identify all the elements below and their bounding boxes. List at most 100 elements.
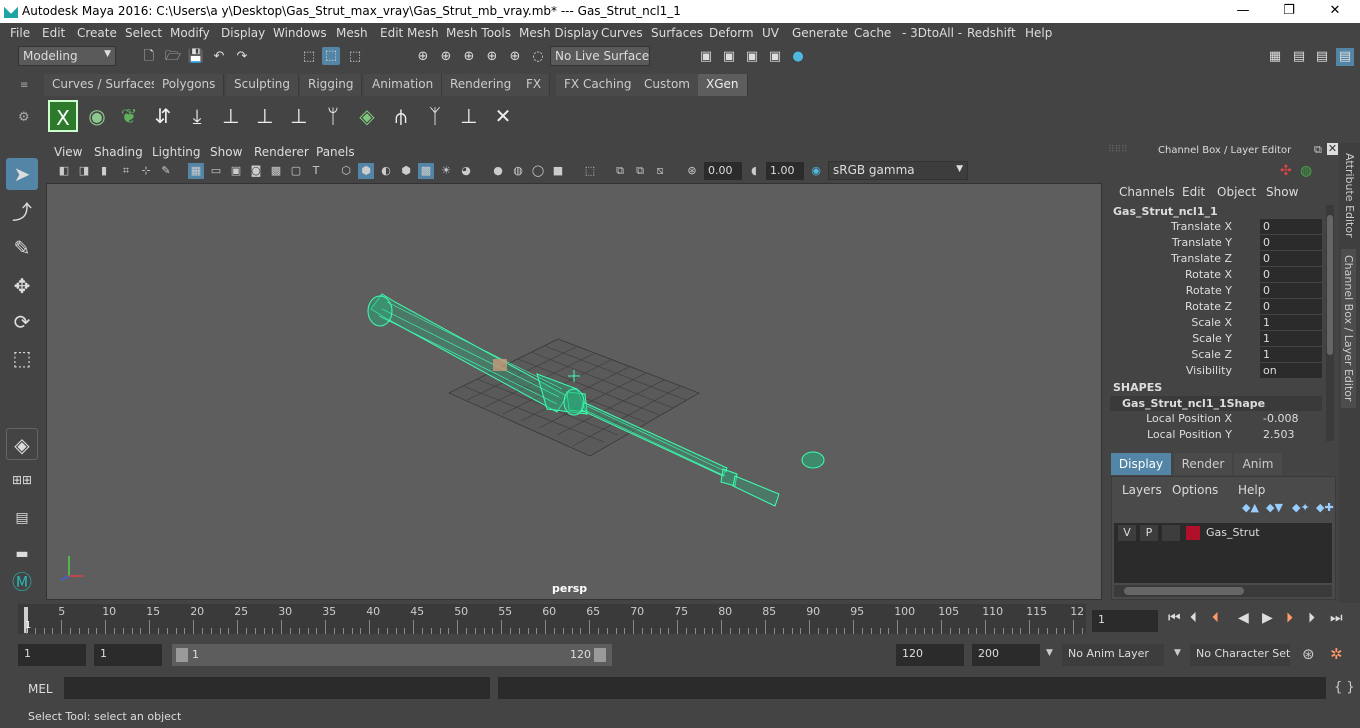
menu-display[interactable]: Display [221,26,265,40]
snap-grid-icon[interactable]: ⊕ [414,48,432,66]
layer-menu-options[interactable]: Options [1172,483,1218,497]
render-view-icon[interactable]: ▣ [697,48,715,66]
step-forward-frame-icon[interactable]: ⏵ [1308,610,1315,626]
playback-range-slider[interactable]: 1 120 [172,644,612,666]
auto-key-icon[interactable]: ⊛ [1302,645,1315,663]
move-layer-down-icon[interactable]: ◆▼ [1266,501,1283,514]
modeling-toolkit-icon[interactable]: ▦ [1266,48,1284,66]
mode-selector[interactable]: Modeling ▼ [18,46,116,66]
script-editor-icon[interactable]: { } [1334,680,1355,695]
attr-value[interactable]: 1 [1260,331,1322,346]
grid-toggle-icon[interactable]: ▦ [188,163,204,179]
gamma-field[interactable]: 1.00 [766,162,804,180]
shelf-tab-animation[interactable]: Animation [364,74,443,96]
panel-menu-view[interactable]: View [54,145,82,159]
color-space-dropdown[interactable]: sRGB gamma ▼ [828,161,968,180]
play-forwards-icon[interactable]: ▶ [1262,610,1273,626]
select-object-icon[interactable]: ⬚ [322,47,340,65]
attr-value[interactable]: 0 [1260,235,1322,250]
hypershade-icon[interactable]: ● [789,48,807,66]
scale-tool-icon[interactable]: ⬚ [6,342,38,374]
time-slider[interactable]: 1 5 10 15 20 25 30 35 40 45 50 55 60 65 70 75 80 85 90 95 1… [18,604,1086,634]
channel-menu-edit[interactable]: Edit [1182,185,1205,199]
menu-file[interactable]: File [10,26,30,40]
attr-value[interactable]: 1 [1260,315,1322,330]
new-layer-selected-icon[interactable]: ◆✚ [1316,501,1334,514]
move-layer-up-icon[interactable]: ◆▲ [1242,501,1259,514]
panel-menu-lighting[interactable]: Lighting [152,145,201,159]
layer-tab-display[interactable]: Display [1111,453,1171,475]
field-chart-icon[interactable]: ▩ [268,163,284,179]
attr-visibility[interactable]: Visibility on [1108,363,1324,379]
channel-menu-show[interactable]: Show [1266,185,1298,199]
xgen-delete-guides-icon[interactable]: ✕ [488,100,518,132]
attr-translate-y[interactable]: Translate Y 0 [1108,235,1324,251]
shadows-icon[interactable]: ☀ [438,163,454,179]
xgen-editor-icon[interactable]: X [48,100,78,132]
layer-color-swatch[interactable] [1186,526,1200,540]
maximize-button[interactable]: ❐ [1266,2,1312,20]
menu-select[interactable]: Select [125,26,162,40]
shape-name[interactable]: Gas_Strut_ncl1_1Shape [1110,396,1322,411]
gamma-icon[interactable]: ◖ [746,163,762,179]
tab-channel-box-layer-editor[interactable]: Channel Box / Layer Editor [1341,249,1356,408]
menu-help[interactable]: Help [1025,26,1052,40]
menu-edit[interactable]: Edit [42,26,65,40]
menu-surfaces[interactable]: Surfaces [651,26,703,40]
layer-tab-render[interactable]: Render [1174,453,1232,475]
attr-value[interactable]: 0 [1260,267,1322,282]
xgen-guide-b-icon[interactable]: ⊥ [250,100,280,132]
xgen-guide-a-icon[interactable]: ⊥ [216,100,246,132]
anim-layer-dropdown[interactable]: No Anim Layer [1062,644,1164,666]
xray-active-icon[interactable]: ⧉ [612,163,628,179]
maya-m-logo-icon[interactable]: Ⓜ [6,566,38,598]
anim-layer-chevron-icon[interactable]: ▼ [1046,648,1053,658]
select-tool-icon[interactable]: ➤ [6,158,38,190]
character-set-dropdown[interactable]: No Character Set [1190,644,1290,666]
shelf-tab-curves-surfaces[interactable]: Curves / Surfaces [44,74,167,96]
shelf-tab-rigging[interactable]: Rigging [300,74,363,96]
shelf-tab-sculpting[interactable]: Sculpting [226,74,300,96]
go-to-start-icon[interactable]: ⏮ [1168,610,1181,626]
open-scene-icon[interactable]: 🗁 [164,48,182,66]
attr-value[interactable]: 0 [1260,283,1322,298]
scrollbar-thumb[interactable] [1327,215,1333,355]
safe-action-icon[interactable]: ▢ [288,163,304,179]
snap-point-icon[interactable]: ⊕ [460,48,478,66]
shelf-menu-icon[interactable]: ≡ [20,80,32,91]
shelf-settings-gear-icon[interactable]: ⚙ [18,110,34,126]
attr-value[interactable]: 0 [1260,251,1322,266]
step-back-key-icon[interactable]: ⏴ [1212,610,1219,626]
channel-menu-object[interactable]: Object [1217,185,1256,199]
range-start-handle[interactable] [176,648,188,662]
attr-rotate-y[interactable]: Rotate Y 0 [1108,283,1324,299]
panel-menu-renderer[interactable]: Renderer [254,145,309,159]
render-settings-icon[interactable]: ▣ [766,48,784,66]
layer-menu-help[interactable]: Help [1238,483,1265,497]
single-perspective-layout-icon[interactable]: ◈ [6,428,38,460]
textured-icon[interactable]: ⬢ [398,163,414,179]
outliner-layout-icon[interactable]: ▤ [6,502,38,534]
command-language-label[interactable]: MEL [28,682,53,696]
channel-menu-channels[interactable]: Channels [1119,185,1175,199]
step-forward-key-icon[interactable]: ⏵ [1286,610,1293,626]
motion-blur-icon[interactable]: ● [490,163,506,179]
attr-value[interactable]: 2.503 [1260,427,1322,442]
shelf-tab-fx[interactable]: FX [518,74,551,96]
attr-scale-x[interactable]: Scale X 1 [1108,315,1324,331]
make-live-icon[interactable]: ◌ [529,48,547,66]
film-gate-icon[interactable]: ▭ [208,163,224,179]
attr-translate-x[interactable]: Translate X 0 [1108,219,1324,235]
attr-local-position-x[interactable]: Local Position X -0.008 [1108,411,1324,427]
xgen-leaf-icon[interactable]: ❦ [114,100,144,132]
menu-modify[interactable]: Modify [170,26,210,40]
paint-select-tool-icon[interactable]: ✎ [6,232,38,264]
live-surface-field[interactable]: No Live Surface [550,46,650,66]
ambient-occlusion-icon[interactable]: ◕ [458,163,474,179]
ipr-render-icon[interactable]: ▣ [743,48,761,66]
attr-value[interactable]: 0 [1260,299,1322,314]
xgen-clump-icon[interactable]: ⊥ [454,100,484,132]
character-set-chevron-icon[interactable]: ▼ [1174,648,1181,658]
undo-icon[interactable]: ↶ [210,48,228,66]
panel-menu-panels[interactable]: Panels [316,145,355,159]
